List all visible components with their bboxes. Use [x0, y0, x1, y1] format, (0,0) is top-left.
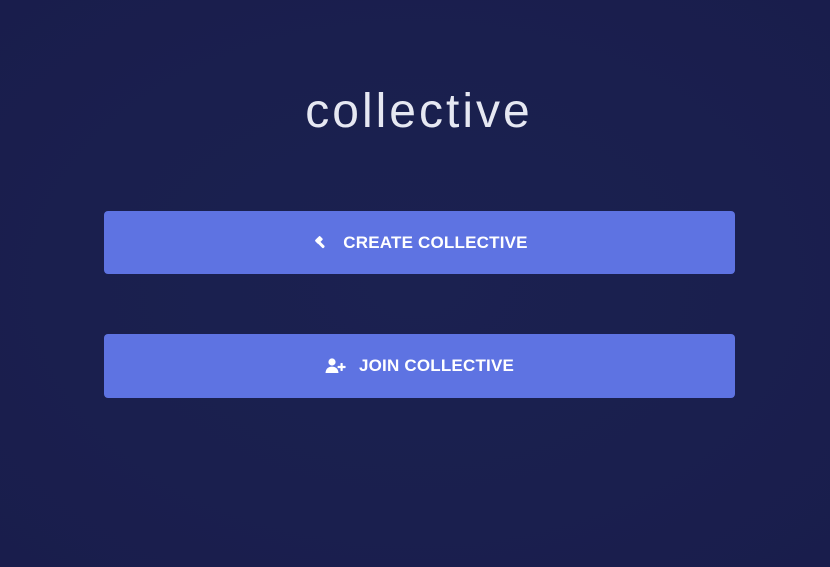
user-plus-icon — [325, 358, 347, 374]
create-collective-label: CREATE COLLECTIVE — [343, 232, 528, 252]
join-collective-label: JOIN COLLECTIVE — [358, 356, 515, 375]
app-title: collective — [305, 85, 533, 138]
join-collective-button[interactable]: JOIN COLLECTIVE — [104, 334, 735, 398]
create-collective-button[interactable]: CREATE COLLECTIVE — [104, 211, 735, 274]
gavel-icon — [311, 234, 331, 252]
